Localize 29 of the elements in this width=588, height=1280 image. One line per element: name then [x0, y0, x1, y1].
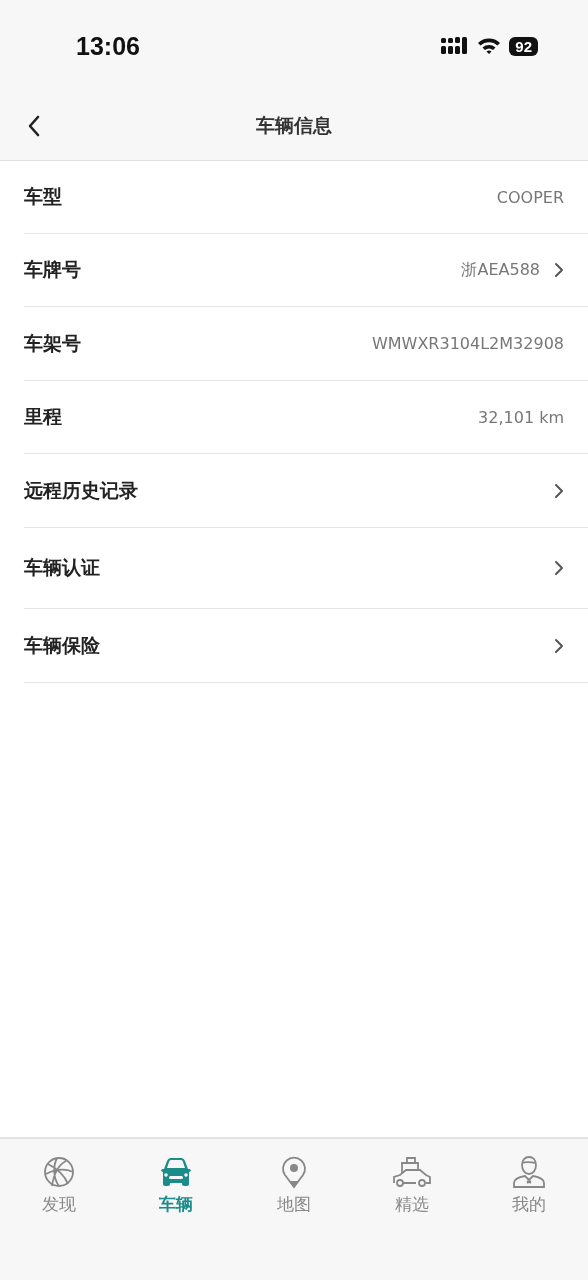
tab-item[interactable]: 发现 [0, 1155, 118, 1216]
tab-item[interactable]: 我的 [470, 1155, 588, 1216]
row-value: COOPER [496, 187, 564, 207]
globe-icon [41, 1155, 76, 1189]
tab-item[interactable]: 精选 [352, 1155, 471, 1216]
row-label: 车架号 [24, 330, 82, 356]
chevron-icon[interactable] [554, 262, 564, 278]
row-label: 远程历史记录 [24, 477, 139, 503]
car-with-luggage-icon [391, 1155, 432, 1189]
row-label: 车牌号 [24, 257, 82, 282]
location-pin-icon [280, 1155, 308, 1189]
row-label: 里程 [24, 404, 63, 429]
status-time: 13:06 [76, 31, 140, 61]
chevron-icon[interactable] [554, 560, 564, 576]
tab-item[interactable]: 地图 [235, 1155, 353, 1216]
row-value: WMWXR3104L2M32908 [371, 334, 564, 353]
row-label: 车型 [24, 184, 63, 209]
chevron-icon[interactable] [554, 482, 564, 499]
signal-icon [441, 37, 470, 55]
page-title: 车辆信息 [256, 113, 332, 138]
row-label: 车辆保险 [24, 632, 101, 658]
tab-item[interactable]: 车辆 [117, 1155, 236, 1216]
chevron-icon[interactable] [554, 637, 564, 654]
row-value: 32,101 km [478, 407, 564, 427]
wifi-icon [477, 37, 502, 55]
person-icon [512, 1155, 547, 1189]
row-value: 浙AEA588 [461, 259, 540, 281]
row-label: 车辆认证 [24, 555, 101, 580]
battery-indicator: 92 [509, 36, 538, 56]
